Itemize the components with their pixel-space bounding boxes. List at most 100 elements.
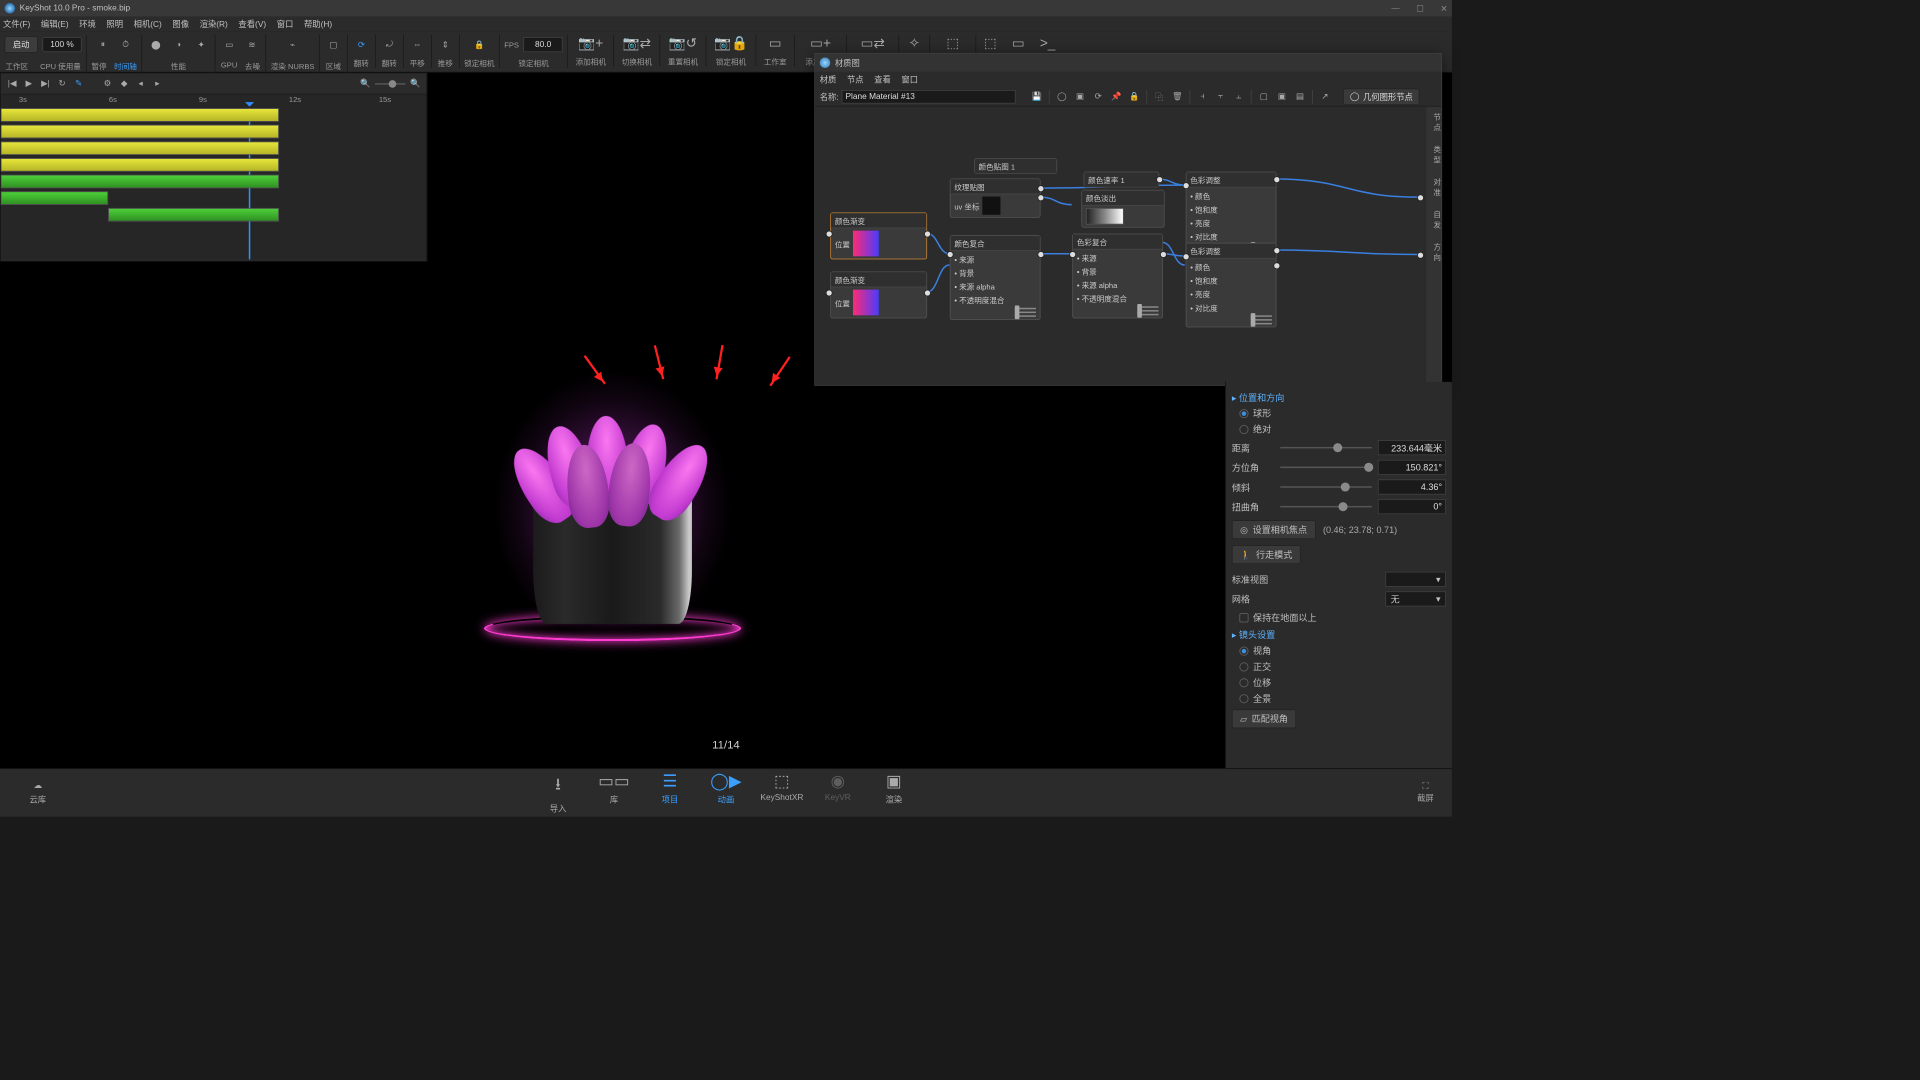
bigtool-工作室[interactable]: ▭工作室 xyxy=(756,35,795,67)
frame-icon[interactable]: ▣ xyxy=(1072,89,1087,104)
tool-翻转[interactable]: ⤾ xyxy=(380,36,398,53)
animation-track[interactable] xyxy=(1,175,279,189)
node-header[interactable]: 颜色渐变 xyxy=(831,272,926,287)
slider-twist[interactable] xyxy=(1280,501,1372,512)
node-comp2[interactable]: 色彩复合• 来源• 背景• 来源 alpha• 不透明度混合 xyxy=(1072,234,1163,319)
node-port[interactable] xyxy=(1417,252,1424,259)
radio-perspective[interactable]: 视角 xyxy=(1239,644,1445,657)
menu-4[interactable]: 相机(C) xyxy=(134,18,162,30)
ribbon-icon[interactable]: ▢ xyxy=(324,36,342,53)
node-port[interactable] xyxy=(947,251,954,258)
walk-mode-button[interactable]: 🚶行走模式 xyxy=(1232,545,1301,564)
node-port[interactable] xyxy=(924,231,931,238)
matgraph-canvas[interactable]: 节点 类型 对准 自发 方向 颜色渐变位置颜色渐变位置纹理贴图uv 坐标颜色贴图… xyxy=(815,107,1441,384)
node-port[interactable] xyxy=(826,290,833,297)
ribbon-icon[interactable]: ✦ xyxy=(192,36,210,53)
menu-0[interactable]: 文件(F) xyxy=(3,18,30,30)
menu-9[interactable]: 帮助(H) xyxy=(304,18,332,30)
bigtool-锁定相机[interactable]: 📷🔒锁定相机 xyxy=(706,35,756,67)
bigtool-切换相机[interactable]: 📷⇄切换相机 xyxy=(614,35,660,67)
slider-azimuth[interactable] xyxy=(1280,462,1372,473)
node-adj2[interactable]: 色彩调整• 颜色• 饱和度• 亮度• 对比度 xyxy=(1186,243,1277,328)
node-header[interactable]: 颜色渐变 xyxy=(831,213,926,228)
start-button[interactable]: 启动 xyxy=(5,36,38,53)
timeline-prev-key-icon[interactable]: ◂ xyxy=(134,79,148,89)
menu-5[interactable]: 图像 xyxy=(172,18,189,30)
dock-库[interactable]: ▭▭库 xyxy=(588,771,641,814)
check-keep-above-ground[interactable]: 保持在地面以上 xyxy=(1239,611,1445,624)
node-port[interactable] xyxy=(1160,251,1167,258)
dock-渲染[interactable]: ▣渲染 xyxy=(867,771,920,814)
timeline-first-icon[interactable]: |◀ xyxy=(5,79,19,89)
tool-推移[interactable]: ⇕ xyxy=(436,36,454,53)
node-port[interactable] xyxy=(924,290,931,297)
menu-6[interactable]: 渲染(R) xyxy=(200,18,228,30)
matgraph-menu-2[interactable]: 查看 xyxy=(874,73,891,85)
copy-icon[interactable]: ⿻ xyxy=(1152,89,1167,104)
pin-icon[interactable]: 📌 xyxy=(1109,89,1124,104)
align-h-icon[interactable]: ⫞ xyxy=(1195,89,1210,104)
ribbon-icon[interactable]: ▭ xyxy=(220,36,238,53)
node-header[interactable]: 色彩调整 xyxy=(1186,243,1275,258)
dock-导入[interactable]: ⭳导入 xyxy=(532,771,585,814)
node-port[interactable] xyxy=(1273,262,1280,269)
refresh-icon[interactable]: ⟳ xyxy=(1090,89,1105,104)
node-port[interactable] xyxy=(1273,247,1280,254)
node-grad2[interactable]: 颜色渐变位置 xyxy=(830,271,927,318)
extra-tool[interactable]: ▭ xyxy=(1004,35,1032,52)
menu-8[interactable]: 窗口 xyxy=(277,18,294,30)
animation-track[interactable] xyxy=(1,191,108,205)
node-comp1[interactable]: 颜色复合• 来源• 背景• 来源 alpha• 不透明度混合 xyxy=(950,235,1041,320)
animation-track[interactable] xyxy=(1,108,279,122)
align-v-icon[interactable]: ⫟ xyxy=(1213,89,1228,104)
ribbon-icon[interactable]: ⏸ xyxy=(94,36,112,53)
ribbon-icon[interactable]: ◑ xyxy=(169,36,187,53)
matgraph-side-tabs[interactable]: 节点 类型 对准 自发 方向 xyxy=(1426,107,1441,384)
radio-orthographic[interactable]: 正交 xyxy=(1239,660,1445,673)
node-header[interactable]: 颜色淡出 xyxy=(1082,191,1164,206)
slider-tilt[interactable] xyxy=(1280,482,1372,493)
timeline-zoomout-icon[interactable]: 🔍 xyxy=(358,79,372,89)
bigtool-重置相机[interactable]: 📷↺重置相机 xyxy=(660,35,706,67)
ribbon-icon[interactable]: ⏱ xyxy=(116,36,134,53)
timeline-loop-icon[interactable]: ↻ xyxy=(55,79,69,89)
timeline-step-icon[interactable]: ▶| xyxy=(39,79,53,89)
node-fade[interactable]: 颜色淡出 xyxy=(1081,190,1164,228)
matgraph-menu-0[interactable]: 材质 xyxy=(820,73,837,85)
node-header[interactable]: 颜色复合 xyxy=(951,236,1040,251)
ribbon-icon[interactable]: ≋ xyxy=(243,36,261,53)
node-header[interactable]: 颜色贴图 1 xyxy=(975,159,1057,174)
radio-shift[interactable]: 位移 xyxy=(1239,676,1445,689)
ribbon-icon[interactable]: ⬤ xyxy=(147,36,165,53)
timeline-tracks[interactable] xyxy=(1,108,427,259)
dock-KeyVR[interactable]: ◉KeyVR xyxy=(811,771,864,814)
node-port[interactable] xyxy=(1183,182,1190,189)
cloud-library-button[interactable]: ☁ 云库 xyxy=(0,780,76,805)
distribute-icon[interactable]: ⫠ xyxy=(1231,89,1246,104)
snap-r-icon[interactable]: ▤ xyxy=(1292,89,1307,104)
node-port[interactable] xyxy=(826,231,833,238)
fps-value[interactable]: 80.0 xyxy=(523,37,562,52)
matgraph-menu-3[interactable]: 窗口 xyxy=(901,73,918,85)
material-graph-window[interactable]: 材质图 材质节点查看窗口 名称: Plane Material #13 💾 ◯ … xyxy=(814,53,1442,386)
menu-2[interactable]: 环境 xyxy=(79,18,96,30)
bigtool-添加相机[interactable]: 📷+添加相机 xyxy=(568,35,614,67)
matgraph-name-field[interactable]: Plane Material #13 xyxy=(842,90,1016,104)
node-header[interactable]: 颜色速率 1 xyxy=(1084,172,1158,187)
section-position[interactable]: 位置和方向 xyxy=(1232,391,1446,404)
matgraph-menu-1[interactable]: 节点 xyxy=(847,73,864,85)
timeline-next-key-icon[interactable]: ▸ xyxy=(150,79,164,89)
timeline-keys-icon[interactable]: ◆ xyxy=(117,79,131,89)
node-texmap[interactable]: 纹理贴图uv 坐标 xyxy=(950,178,1041,217)
delete-icon[interactable]: 🗑 xyxy=(1170,89,1185,104)
slider-distance[interactable] xyxy=(1280,442,1372,453)
node-header[interactable]: 色彩复合 xyxy=(1073,234,1162,249)
ribbon-icon[interactable]: ⌁ xyxy=(283,36,301,53)
value-distance[interactable]: 233.644毫米 xyxy=(1378,440,1446,455)
value-twist[interactable]: 0° xyxy=(1378,499,1446,514)
set-camera-focus-button[interactable]: ◎设置相机焦点 xyxy=(1232,520,1316,539)
window-maximize-button[interactable]: ☐ xyxy=(1416,3,1423,13)
select-stdview[interactable]: ▾ xyxy=(1385,572,1445,587)
value-azimuth[interactable]: 150.821° xyxy=(1378,460,1446,475)
menu-7[interactable]: 查看(V) xyxy=(238,18,266,30)
